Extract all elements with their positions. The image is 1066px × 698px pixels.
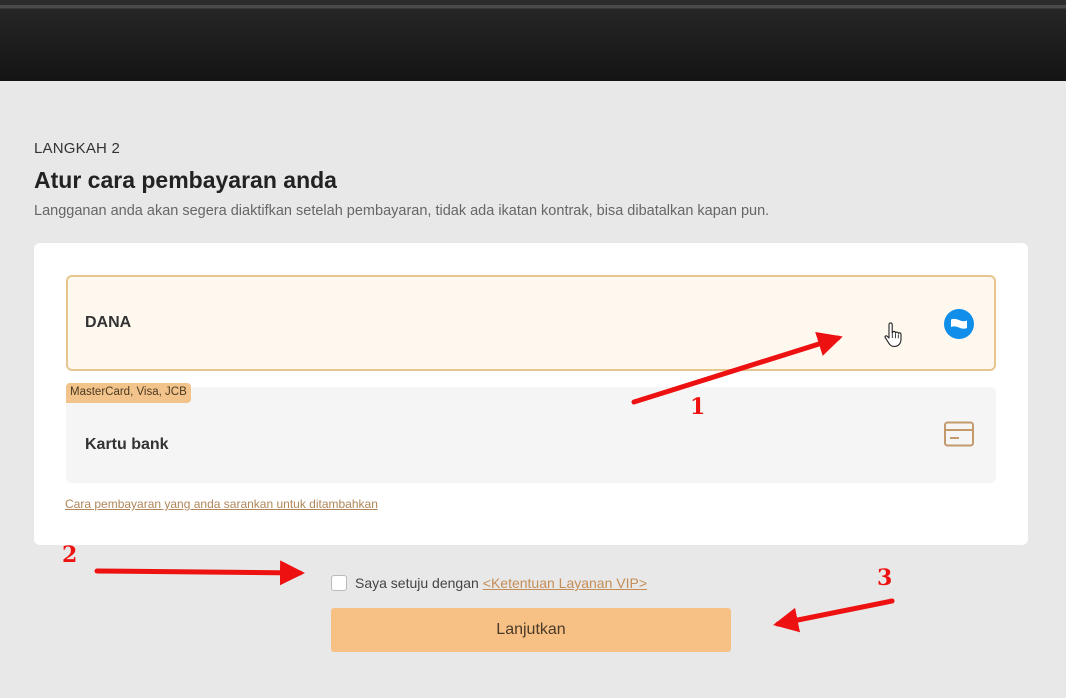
annotation-arrow-3 — [773, 598, 895, 633]
terms-agreement-row: Saya setuju dengan <Ketentuan Layanan VI… — [331, 574, 647, 592]
agreement-text: Saya setuju dengan — [355, 575, 479, 591]
hand-cursor-icon — [884, 322, 902, 348]
card-brands-badge: MasterCard, Visa, JCB — [66, 383, 191, 403]
annotation-number-3: 3 — [877, 565, 893, 591]
top-nav-bar — [0, 0, 1066, 81]
page-title: Atur cara pembayaran anda — [34, 167, 337, 193]
continue-button[interactable]: Lanjutkan — [331, 608, 731, 652]
payment-option-label: Kartu bank — [85, 436, 169, 453]
payment-methods-card: DANA MasterCard, Visa, JCB Kartu bank Ca… — [34, 243, 1028, 545]
annotation-number-1: 1 — [690, 394, 706, 420]
suggest-payment-link[interactable]: Cara pembayaran yang anda sarankan untuk… — [65, 497, 378, 511]
vip-terms-link[interactable]: <Ketentuan Layanan VIP> — [483, 575, 647, 591]
step-label: LANGKAH 2 — [34, 140, 120, 157]
credit-card-icon — [944, 421, 974, 447]
payment-option-label: DANA — [85, 314, 132, 331]
dana-wallet-icon — [944, 309, 974, 339]
terms-checkbox[interactable] — [331, 575, 347, 591]
annotation-number-2: 2 — [62, 542, 78, 568]
payment-option-dana[interactable]: DANA — [66, 275, 996, 371]
page-subtitle: Langganan anda akan segera diaktifkan se… — [34, 203, 770, 219]
annotation-arrow-2 — [94, 560, 305, 586]
payment-option-bank-card[interactable]: MasterCard, Visa, JCB Kartu bank — [66, 383, 996, 483]
